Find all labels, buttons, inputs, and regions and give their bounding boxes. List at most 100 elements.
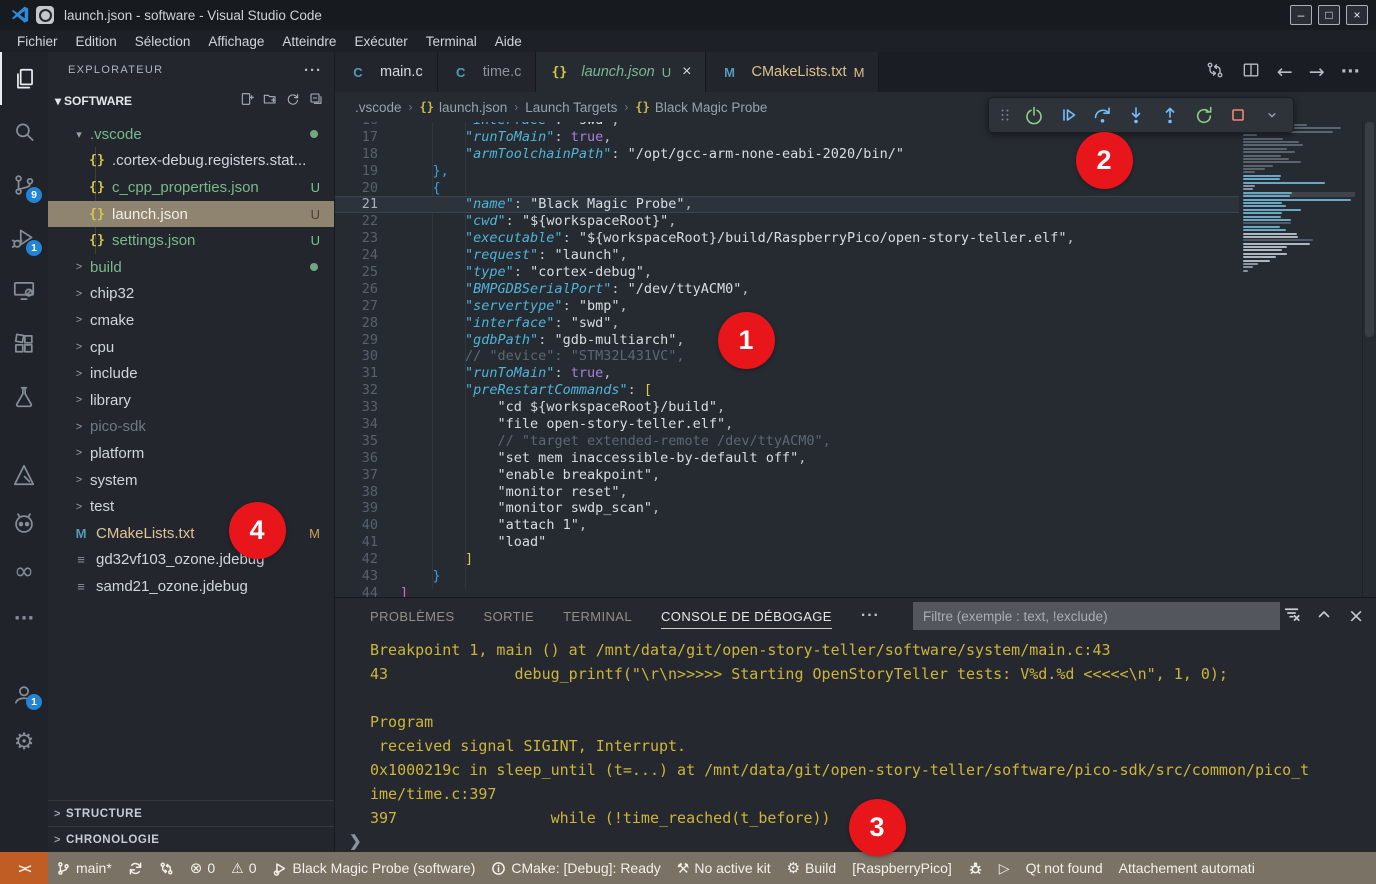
code-line-27[interactable]: 27 "servertype": "bmp", xyxy=(335,298,1239,315)
code-line-26[interactable]: 26 "BMPGDBSerialPort": "/dev/ttyACM0", xyxy=(335,281,1239,298)
status-black-magic-probe-software[interactable]: Black Magic Probe (software) xyxy=(265,852,484,884)
code-line-24[interactable]: 24 "request": "launch", xyxy=(335,247,1239,264)
activity-explorer-icon[interactable] xyxy=(0,52,48,105)
restart-button[interactable] xyxy=(1189,100,1219,130)
activity-testing-icon[interactable] xyxy=(0,370,48,423)
tree-item-library[interactable]: >library xyxy=(48,387,334,414)
breadcrumb-item-launch-json[interactable]: {}launch.json xyxy=(420,100,508,115)
status-bug[interactable] xyxy=(960,852,991,884)
code-editor[interactable]: 16 "interface": "swd",17 "runToMain": tr… xyxy=(335,122,1376,597)
status-raspberrypico[interactable]: [RaspberryPico] xyxy=(844,852,960,884)
code-line-30[interactable]: 30 // "device": "STM32L431VC", xyxy=(335,348,1239,365)
code-line-23[interactable]: 23 "executable": "${workspaceRoot}/build… xyxy=(335,230,1239,247)
step-out-button[interactable] xyxy=(1155,100,1185,130)
panel-tab-console-de-d-bogage[interactable]: CONSOLE DE DÉBOGAGE xyxy=(661,598,832,634)
tree-item-platform[interactable]: >platform xyxy=(48,440,334,467)
status-build[interactable]: ⚙Build xyxy=(779,852,845,884)
activity-visual-studio-icon[interactable]: ∞ xyxy=(0,547,48,595)
more-h-icon[interactable]: ··· xyxy=(1341,62,1360,82)
tree-item-vscode[interactable]: ▾.vscode xyxy=(48,121,334,148)
activity-source-control-icon[interactable]: 9 xyxy=(0,158,48,211)
menu-item-atteindre[interactable]: Atteindre xyxy=(273,34,345,49)
section-chronologie[interactable]: >CHRONOLOGIE xyxy=(48,826,334,852)
power-button[interactable] xyxy=(1019,100,1049,130)
tree-item-cpu[interactable]: >cpu xyxy=(48,334,334,361)
tree-item-c-cpp-properties-json[interactable]: {}c_cpp_properties.jsonU xyxy=(48,174,334,201)
step-over-button[interactable] xyxy=(1087,100,1117,130)
close-tab-icon[interactable]: × xyxy=(682,63,691,81)
code-line-43[interactable]: 43 } xyxy=(335,568,1239,585)
tree-item-build[interactable]: >build xyxy=(48,254,334,281)
code-line-41[interactable]: 41 "load" xyxy=(335,534,1239,551)
refresh-icon[interactable] xyxy=(285,91,301,110)
tree-item-test[interactable]: >test xyxy=(48,493,334,520)
code-line-32[interactable]: 32 "preRestartCommands": [ xyxy=(335,382,1239,399)
arrow-left-icon[interactable]: ← xyxy=(1277,61,1293,83)
status-cmake-debug-ready[interactable]: CMake: [Debug]: Ready xyxy=(483,852,668,884)
menu-item-edition[interactable]: Edition xyxy=(67,34,126,49)
tab-main-c[interactable]: Cmain.c xyxy=(335,52,438,92)
code-line-42[interactable]: 42 ] xyxy=(335,551,1239,568)
breadcrumb-item-launch-targets[interactable]: Launch Targets xyxy=(525,100,617,115)
code-line-40[interactable]: 40 "attach 1", xyxy=(335,517,1239,534)
activity-remote-explorer-icon[interactable] xyxy=(0,264,48,317)
scrollbar-thumb[interactable] xyxy=(1365,122,1374,337)
tree-item-settings-json[interactable]: {}settings.jsonU xyxy=(48,227,334,254)
code-line-36[interactable]: 36 "set mem inaccessible-by-default off"… xyxy=(335,450,1239,467)
code-line-38[interactable]: 38 "monitor reset", xyxy=(335,484,1239,501)
status-compare[interactable] xyxy=(151,852,182,884)
breadcrumb-item-vscode[interactable]: .vscode xyxy=(355,100,402,115)
activity-run-and-debug-icon[interactable]: 1 xyxy=(0,211,48,264)
close-button[interactable]: × xyxy=(1346,5,1368,25)
menu-item-s-lection[interactable]: Sélection xyxy=(126,34,200,49)
minimize-button[interactable]: – xyxy=(1290,5,1312,25)
activity-platformio-icon[interactable] xyxy=(0,499,48,547)
panel-tab-sortie[interactable]: SORTIE xyxy=(484,598,535,634)
section-structure[interactable]: >STRUCTURE xyxy=(48,800,334,826)
console-prompt[interactable]: ❯ xyxy=(349,832,362,850)
code-line-33[interactable]: 33 "cd ${workspaceRoot}/build", xyxy=(335,399,1239,416)
maximize-button[interactable]: □ xyxy=(1318,5,1340,25)
debug-console-filter-input[interactable] xyxy=(913,602,1280,630)
continue-button[interactable] xyxy=(1053,100,1083,130)
code-line-35[interactable]: 35 // "target extended-remote /dev/ttyAC… xyxy=(335,433,1239,450)
panel-tab-terminal[interactable]: TERMINAL xyxy=(563,598,632,634)
activity-more-icon[interactable]: ··· xyxy=(0,595,48,643)
tab-time-c[interactable]: Ctime.c xyxy=(438,52,537,92)
activity-cmake-icon[interactable] xyxy=(0,451,48,499)
code-line-21[interactable]: 21 "name": "Black Magic Probe", xyxy=(335,196,1239,213)
activity-search-icon[interactable] xyxy=(0,105,48,158)
tree-item-include[interactable]: >include xyxy=(48,360,334,387)
activity-accounts-icon[interactable]: 1 xyxy=(0,670,48,718)
panel-tab-probl-mes[interactable]: PROBLÈMES xyxy=(370,598,455,634)
activity-settings-icon[interactable]: ⚙ xyxy=(0,718,48,766)
status-0[interactable]: ⚠0 xyxy=(223,852,264,884)
minimap[interactable] xyxy=(1243,124,1355,273)
code-line-29[interactable]: 29 "gdbPath": "gdb-multiarch", xyxy=(335,332,1239,349)
status-0[interactable]: ⊗0 xyxy=(182,852,223,884)
tree-item-pico-sdk[interactable]: >pico-sdk xyxy=(48,414,334,441)
new-file-icon[interactable] xyxy=(239,91,255,110)
code-line-34[interactable]: 34 "file open-story-teller.elf", xyxy=(335,416,1239,433)
menu-item-terminal[interactable]: Terminal xyxy=(417,34,486,49)
compare-editor-icon[interactable] xyxy=(1205,60,1225,85)
tree-item-gd32vf103-ozone-jdebug[interactable]: ≡gd32vf103_ozone.jdebug xyxy=(48,547,334,574)
close-icon[interactable]: × xyxy=(1348,605,1364,627)
tree-item-chip32[interactable]: >chip32 xyxy=(48,281,334,308)
status-main[interactable]: main* xyxy=(48,852,120,884)
tree-item-samd21-ozone-jdebug[interactable]: ≡samd21_ozone.jdebug xyxy=(48,573,334,600)
code-line-39[interactable]: 39 "monitor swdp_scan", xyxy=(335,500,1239,517)
code-line-44[interactable]: 44] xyxy=(335,585,1239,597)
tree-item-cmakelists-txt[interactable]: MCMakeLists.txtM xyxy=(48,520,334,547)
activity-extensions-icon[interactable] xyxy=(0,317,48,370)
menu-item-ex-cuter[interactable]: Exécuter xyxy=(345,34,416,49)
status-qt-not-found[interactable]: Qt not found xyxy=(1018,852,1111,884)
status-attachement-automati[interactable]: Attachement automati xyxy=(1111,852,1263,884)
code-line-31[interactable]: 31 "runToMain": true, xyxy=(335,365,1239,382)
tab-launch-json[interactable]: {}launch.jsonU× xyxy=(536,52,706,92)
new-folder-icon[interactable] xyxy=(262,91,278,110)
tree-item-launch-json[interactable]: {}launch.jsonU xyxy=(48,201,334,228)
code-line-37[interactable]: 37 "enable breakpoint", xyxy=(335,467,1239,484)
editor-scrollbar[interactable] xyxy=(1362,122,1376,597)
menu-item-affichage[interactable]: Affichage xyxy=(199,34,273,49)
